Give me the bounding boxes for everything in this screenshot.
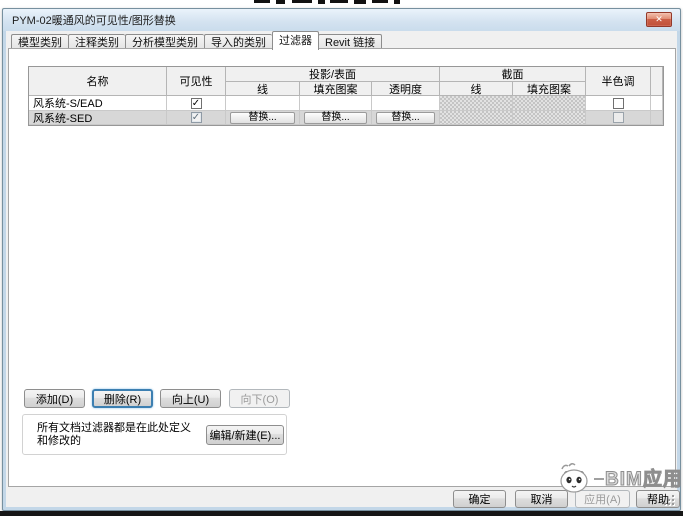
watermark: BIM应用 <box>556 461 683 493</box>
subheader-projection-patterns[interactable]: 填充图案 <box>300 82 372 96</box>
cut-patterns-cell-disabled <box>513 96 586 111</box>
projection-transparency-cell[interactable] <box>372 96 440 111</box>
watermark-dash <box>594 478 604 480</box>
checkbox-unchecked-icon[interactable]: ✓ <box>613 112 624 123</box>
column-header-projection-surface[interactable]: 投影/表面 <box>226 67 440 82</box>
move-up-button[interactable]: 向上(U) <box>160 389 221 408</box>
cut-lines-cell-disabled <box>440 111 513 125</box>
watermark-brand: BIM应用 <box>605 464 683 491</box>
add-filter-button[interactable]: 添加(D) <box>24 389 85 408</box>
title-bar[interactable]: PYM-02暖通风的可见性/图形替换 ✕ <box>3 9 680 31</box>
filter-row-name[interactable]: 风系统-SED <box>29 111 167 125</box>
cut-patterns-cell-disabled <box>513 111 586 125</box>
dialog-title: PYM-02暖通风的可见性/图形替换 <box>12 12 176 28</box>
panda-logo-icon <box>556 461 594 493</box>
projection-patterns-cell[interactable] <box>300 96 372 111</box>
row-spacer-cell <box>651 111 663 125</box>
checkbox-checked-icon[interactable]: ✓ <box>191 112 202 123</box>
move-down-button: 向下(O) <box>229 389 290 408</box>
column-header-cut[interactable]: 截面 <box>440 67 586 82</box>
visibility-graphics-dialog: PYM-02暖通风的可见性/图形替换 ✕ 模型类别 注释类别 分析模型类别 导入… <box>2 8 681 511</box>
projection-transparency-cell: 替换... <box>372 111 440 125</box>
column-header-name[interactable]: 名称 <box>29 67 167 96</box>
projection-patterns-cell: 替换... <box>300 111 372 125</box>
subheader-cut-lines[interactable]: 线 <box>440 82 513 96</box>
visibility-cell[interactable]: ✓ <box>167 96 226 111</box>
halftone-cell[interactable]: ✓ <box>586 111 651 125</box>
column-header-visibility[interactable]: 可见性 <box>167 67 226 96</box>
bottom-divider-bar <box>0 511 683 516</box>
halftone-cell[interactable]: ✓ <box>586 96 651 111</box>
cut-lines-cell-disabled <box>440 96 513 111</box>
subheader-cut-patterns[interactable]: 填充图案 <box>513 82 586 96</box>
remove-filter-button[interactable]: 删除(R) <box>92 389 153 408</box>
subheader-projection-transparency[interactable]: 透明度 <box>372 82 440 96</box>
filter-row-name[interactable]: 风系统-S/EAD <box>29 96 167 111</box>
override-lines-button[interactable]: 替换... <box>230 112 295 124</box>
close-icon[interactable]: ✕ <box>646 12 672 27</box>
checkbox-unchecked-icon[interactable]: ✓ <box>613 98 624 109</box>
filter-action-buttons: 添加(D) 删除(R) 向上(U) 向下(O) <box>24 389 297 408</box>
override-patterns-button[interactable]: 替换... <box>304 112 367 124</box>
ok-button[interactable]: 确定 <box>453 490 506 508</box>
tab-filters[interactable]: 过滤器 <box>272 31 319 50</box>
visibility-cell[interactable]: ✓ <box>167 111 226 125</box>
edit-new-filters-button[interactable]: 编辑/新建(E)... <box>206 425 284 445</box>
subheader-projection-lines[interactable]: 线 <box>226 82 300 96</box>
checkbox-checked-icon[interactable]: ✓ <box>191 98 202 109</box>
column-header-halftone[interactable]: 半色调 <box>586 67 651 96</box>
row-spacer-cell <box>651 96 663 111</box>
override-transparency-button[interactable]: 替换... <box>376 112 435 124</box>
projection-lines-cell[interactable] <box>226 96 300 111</box>
filters-tab-page: 名称 可见性 投影/表面 截面 半色调 线 填充图案 透明度 线 填充图案 风系… <box>8 48 676 487</box>
filter-table: 名称 可见性 投影/表面 截面 半色调 线 填充图案 透明度 线 填充图案 风系… <box>28 66 664 126</box>
projection-lines-cell: 替换... <box>226 111 300 125</box>
dialog-client-area: 模型类别 注释类别 分析模型类别 导入的类别 过滤器 Revit 链接 名称 可… <box>6 31 677 507</box>
column-header-spacer <box>651 67 663 96</box>
resize-grip-icon[interactable] <box>664 495 674 505</box>
filters-note-text: 所有文档过滤器都是在此处定义和修改的 <box>37 422 197 448</box>
filters-note-groupbox: 所有文档过滤器都是在此处定义和修改的 编辑/新建(E)... <box>22 414 287 455</box>
